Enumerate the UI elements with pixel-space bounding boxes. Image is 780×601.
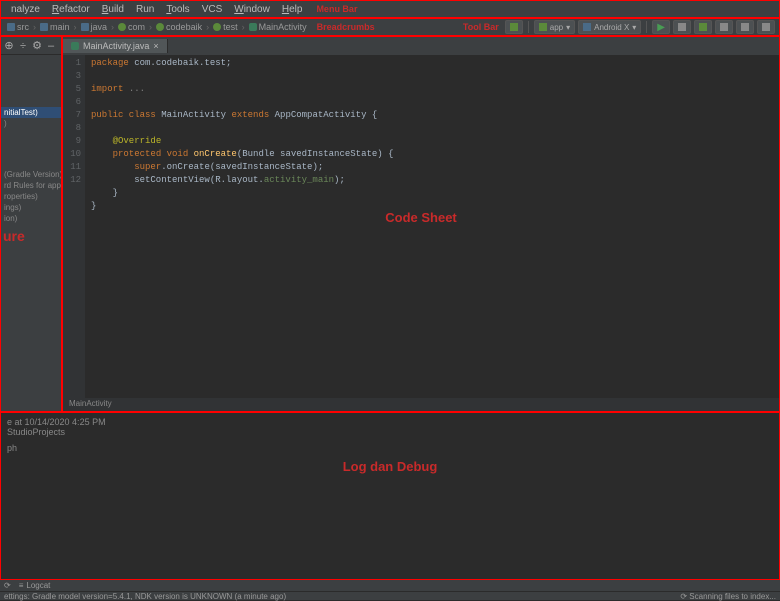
- code-text[interactable]: package com.codebaik.test; import ... pu…: [85, 55, 779, 398]
- menu-refactor[interactable]: Refactor: [46, 4, 96, 15]
- class-icon: [71, 42, 79, 50]
- select-opened-file-icon[interactable]: ⊕: [4, 41, 14, 51]
- class-icon: [249, 23, 257, 31]
- device-icon: [583, 23, 591, 31]
- attach-debugger-button[interactable]: [736, 20, 754, 34]
- package-icon: [213, 23, 221, 31]
- attach-icon: [741, 23, 749, 31]
- project-panel: ⊕ ÷ ⚙ – nitialTest) ) (Gradle Version) r…: [0, 36, 62, 412]
- statusbar-logcat-tab[interactable]: ≡Logcat: [19, 581, 51, 590]
- annotation-structure: ure: [1, 224, 61, 248]
- hammer-icon: [510, 23, 518, 31]
- collapse-all-icon[interactable]: ÷: [18, 41, 28, 51]
- play-icon: ▶: [657, 22, 665, 33]
- menu-tools[interactable]: Tools: [160, 4, 195, 15]
- annotation-menu-bar: Menu Bar: [316, 4, 357, 14]
- folder-icon: [7, 23, 15, 31]
- menu-window[interactable]: Window: [228, 4, 276, 15]
- project-tree[interactable]: nitialTest) ) (Gradle Version) rd Rules …: [1, 55, 61, 411]
- tree-item[interactable]: ion): [1, 213, 61, 224]
- breadcrumb-sep: ›: [242, 22, 245, 32]
- tree-item[interactable]: ings): [1, 202, 61, 213]
- log-line: StudioProjects: [7, 427, 773, 437]
- statusbar-sync-tab[interactable]: ⟳: [4, 581, 11, 590]
- editor-body[interactable]: 1 3 5 6 7 8 9 10 11 12 package com.codeb…: [63, 55, 779, 398]
- caret-down-icon: ▾: [632, 23, 636, 32]
- apply-icon: [678, 23, 686, 31]
- annotation-breadcrumbs: Breadcrumbs: [317, 22, 375, 32]
- breadcrumb-sep: ›: [206, 22, 209, 32]
- tree-item[interactable]: roperties): [1, 191, 61, 202]
- bug-icon: [699, 23, 707, 31]
- editor-tab-mainactivity[interactable]: MainActivity.java ×: [63, 39, 168, 53]
- log-line: e at 10/14/2020 4:25 PM: [7, 417, 773, 427]
- menu-run[interactable]: Run: [130, 4, 160, 15]
- breadcrumb-sep: ›: [149, 22, 152, 32]
- editor-tabs: MainActivity.java ×: [63, 37, 779, 55]
- breadcrumb-java[interactable]: java: [79, 22, 110, 32]
- hide-panel-icon[interactable]: –: [46, 41, 56, 51]
- breadcrumb-sep: ›: [74, 22, 77, 32]
- module-selector[interactable]: app▾: [534, 20, 575, 34]
- breadcrumb-codebaik[interactable]: codebaik: [154, 22, 204, 32]
- folder-icon: [40, 23, 48, 31]
- log-panel: e at 10/14/2020 4:25 PM StudioProjects p…: [0, 412, 780, 580]
- device-selector[interactable]: Android X▾: [578, 20, 641, 34]
- breadcrumb-sep: ›: [111, 22, 114, 32]
- menu-bar: nalyze Refactor Build Run Tools VCS Wind…: [0, 0, 780, 18]
- breadcrumb-mainactivity[interactable]: MainActivity: [247, 22, 309, 32]
- breadcrumb-toolbar-row: src› main› java› com› codebaik› test› Ma…: [0, 18, 780, 36]
- log-line: ph: [7, 443, 773, 453]
- tree-item[interactable]: ): [1, 118, 61, 129]
- editor-bottom-breadcrumb[interactable]: MainActivity: [63, 398, 779, 411]
- menu-help[interactable]: Help: [276, 4, 309, 15]
- toolbar-divider: [646, 21, 647, 33]
- package-icon: [118, 23, 126, 31]
- logcat-icon: ≡: [19, 581, 24, 590]
- project-panel-toolbar: ⊕ ÷ ⚙ –: [1, 37, 61, 55]
- breadcrumb: src› main› java› com› codebaik› test› Ma…: [1, 22, 375, 32]
- editor-area: MainActivity.java × 1 3 5 6 7 8 9 10 11 …: [62, 36, 780, 412]
- toolbar-right: app▾ Android X▾ ▶: [505, 20, 779, 34]
- stop-button[interactable]: [757, 20, 775, 34]
- stop-icon: [762, 23, 770, 31]
- breadcrumb-sep: ›: [33, 22, 36, 32]
- annotation-code-sheet: Code Sheet: [385, 210, 457, 225]
- debug-button[interactable]: [694, 20, 712, 34]
- close-icon[interactable]: ×: [153, 41, 158, 51]
- profile-button[interactable]: [715, 20, 733, 34]
- caret-down-icon: ▾: [566, 23, 570, 32]
- breadcrumb-test[interactable]: test: [211, 22, 240, 32]
- menu-analyze[interactable]: nalyze: [5, 4, 46, 15]
- apply-changes-button[interactable]: [673, 20, 691, 34]
- folder-icon: [81, 23, 89, 31]
- tree-item-selected[interactable]: nitialTest): [1, 107, 61, 118]
- package-icon: [156, 23, 164, 31]
- tab-label: MainActivity.java: [83, 41, 149, 51]
- settings-icon[interactable]: ⚙: [32, 41, 42, 51]
- statusbar-scanning: ⟳ Scanning files to index...: [680, 592, 776, 601]
- menu-vcs[interactable]: VCS: [196, 4, 229, 15]
- toolbar-divider: [528, 21, 529, 33]
- tree-item[interactable]: (Gradle Version): [1, 169, 61, 180]
- breadcrumb-main[interactable]: main: [38, 22, 72, 32]
- build-button[interactable]: [505, 20, 523, 34]
- profiler-icon: [720, 23, 728, 31]
- sync-icon: ⟳: [4, 581, 11, 590]
- status-bar: ⟳ ≡Logcat ettings: Gradle model version=…: [0, 580, 780, 600]
- statusbar-message: ettings: Gradle model version=5.4.1, NDK…: [4, 592, 286, 601]
- editor-gutter: 1 3 5 6 7 8 9 10 11 12: [63, 55, 85, 398]
- menu-build[interactable]: Build: [96, 4, 130, 15]
- module-icon: [539, 23, 547, 31]
- annotation-tool-bar: Tool Bar: [463, 22, 499, 32]
- annotation-log-debug: Log dan Debug: [343, 459, 438, 474]
- run-button[interactable]: ▶: [652, 20, 670, 34]
- tree-item[interactable]: rd Rules for app): [1, 180, 61, 191]
- breadcrumb-src[interactable]: src: [5, 22, 31, 32]
- breadcrumb-com[interactable]: com: [116, 22, 147, 32]
